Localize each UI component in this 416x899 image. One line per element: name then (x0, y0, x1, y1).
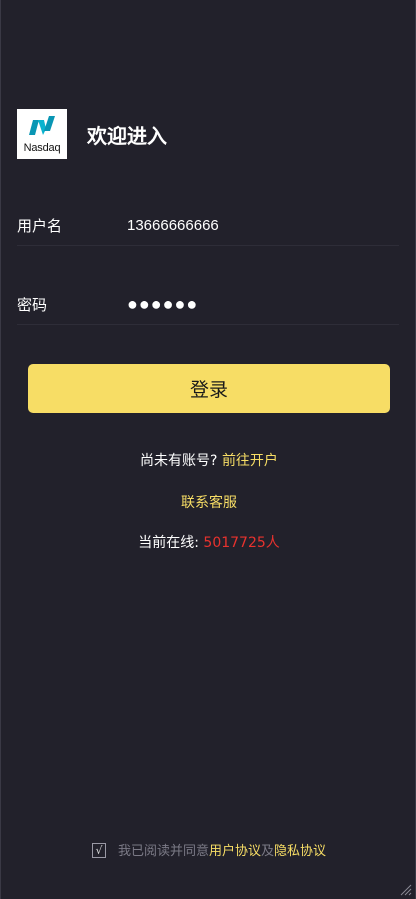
logo-text: Nasdaq (23, 142, 61, 154)
online-line: 当前在线: 5017725人 (1, 532, 416, 552)
login-button[interactable]: 登录 (28, 364, 390, 413)
contact-service-link[interactable]: 联系客服 (181, 495, 237, 511)
username-label: 用户名 (17, 217, 63, 235)
online-count: 5017725人 (203, 535, 280, 551)
nasdaq-logo-icon (29, 116, 55, 135)
user-agreement-link[interactable]: 用户协议 (209, 840, 261, 859)
brand-header: Nasdaq 欢迎进入 (17, 109, 167, 159)
password-label: 密码 (17, 296, 48, 314)
open-account-link[interactable]: 前往开户 (222, 453, 278, 469)
register-line: 尚未有账号? 前往开户 (1, 450, 416, 470)
username-row: 用户名 13666666666 (17, 206, 399, 246)
agreement-line: √ 我已阅读并同意 用户协议 及 隐私协议 (1, 840, 416, 859)
agreement-text: 我已阅读并同意 (117, 844, 209, 859)
contact-line: 联系客服 (1, 492, 416, 512)
welcome-title: 欢迎进入 (87, 123, 167, 148)
nasdaq-logo: Nasdaq (17, 109, 67, 159)
online-label: 当前在线: (138, 535, 199, 551)
register-prompt: 尚未有账号? (140, 453, 218, 469)
password-row: 密码 ●●●●●● (17, 285, 399, 325)
privacy-policy-link[interactable]: 隐私协议 (274, 840, 326, 859)
resize-handle-icon[interactable] (400, 884, 412, 896)
agree-checkbox[interactable]: √ (91, 843, 106, 858)
username-input[interactable]: 13666666666 (127, 217, 219, 234)
agreement-and: 及 (261, 844, 275, 859)
login-page: Nasdaq 欢迎进入 用户名 13666666666 密码 ●●●●●● 登录… (0, 0, 416, 899)
password-input[interactable]: ●●●●●● (127, 294, 198, 315)
